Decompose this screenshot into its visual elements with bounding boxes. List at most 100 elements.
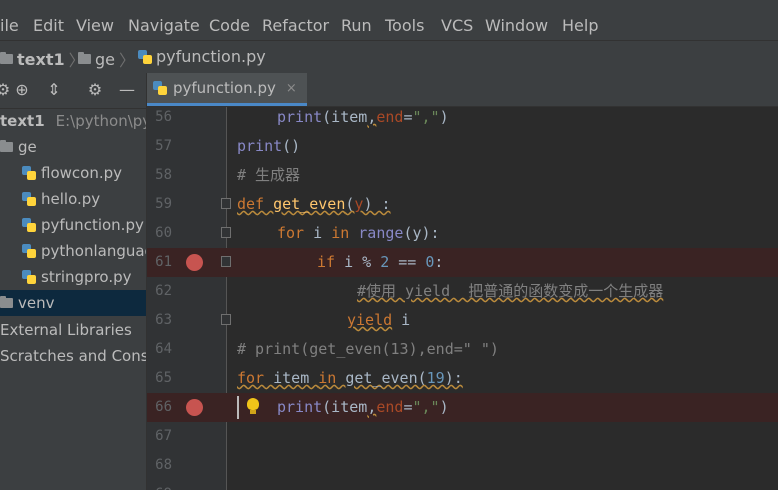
close-icon[interactable]: × xyxy=(286,81,297,96)
folder-icon xyxy=(78,52,91,64)
menu-help[interactable]: Help xyxy=(562,16,598,35)
python-file-icon xyxy=(22,244,36,258)
code-line[interactable]: 62 #使用 yield 把普通的函数变成一个生成器 xyxy=(147,277,778,306)
tab-pyfunction[interactable]: pyfunction.py × xyxy=(147,73,307,106)
tree-item-external-libraries[interactable]: External Libraries xyxy=(0,317,146,343)
tree-folder-label: ge xyxy=(18,138,37,156)
python-file-icon xyxy=(153,81,167,95)
code-line[interactable]: 56 print(item,end=",") xyxy=(147,103,778,132)
folder-icon xyxy=(0,52,13,64)
code-text: print() xyxy=(237,137,301,155)
menu-bar: ile Edit View Navigate Code Refactor Run… xyxy=(0,12,778,40)
tree-item-folder[interactable]: ge xyxy=(0,134,146,160)
code-line[interactable]: 60 for i in range(y): xyxy=(147,219,778,248)
tree-scratches-label: Scratches and Consc xyxy=(0,347,147,365)
line-number: 56 xyxy=(155,109,172,125)
code-line[interactable]: 67 xyxy=(147,422,778,451)
breadcrumb-folder[interactable]: ge 〉 xyxy=(78,47,135,71)
code-line[interactable]: 58 # 生成器 xyxy=(147,161,778,190)
menu-run[interactable]: Run xyxy=(341,16,372,35)
code-line[interactable]: 65 for item in get_even(19): xyxy=(147,364,778,393)
code-line[interactable]: 64 # print(get_even(13),end=" ") xyxy=(147,335,778,364)
menu-file[interactable]: ile xyxy=(0,16,19,35)
code-text: print(item,end=",") xyxy=(277,398,449,416)
menu-vcs[interactable]: VCS xyxy=(441,16,473,35)
tree-file-label: flowcon.py xyxy=(41,164,122,182)
code-text: def get_even(y) : xyxy=(237,195,391,213)
line-number: 67 xyxy=(155,428,172,444)
tree-file-label: stringpro.py xyxy=(41,268,132,286)
tree-external-label: External Libraries xyxy=(0,321,132,339)
code-editor: pyfunction.py × 56 print(item,end=",") 5… xyxy=(147,73,778,490)
code-line[interactable]: 63 yield i xyxy=(147,306,778,335)
line-number: 57 xyxy=(155,138,172,154)
line-number: 66 xyxy=(155,399,172,415)
tree-item-project[interactable]: text1 E:\python\pyth xyxy=(0,108,146,134)
tree-file-label: hello.py xyxy=(41,190,101,208)
tree-item-file[interactable]: hello.py xyxy=(0,186,146,212)
tree-project-label: text1 xyxy=(0,112,45,130)
python-file-icon xyxy=(22,192,36,206)
code-line[interactable]: 68 xyxy=(147,451,778,480)
python-file-icon xyxy=(138,49,152,64)
line-number: 68 xyxy=(155,457,172,473)
tree-item-venv[interactable]: venv xyxy=(0,290,146,316)
menu-window[interactable]: Window xyxy=(485,16,548,35)
collapse-all-icon[interactable]: ⇕ xyxy=(45,81,63,99)
line-number: 61 xyxy=(155,254,172,270)
fold-marker-icon[interactable] xyxy=(221,227,231,238)
python-file-icon xyxy=(22,218,36,232)
line-number: 69 xyxy=(147,480,172,490)
tree-project-path: E:\python\pyth xyxy=(55,112,146,130)
folder-icon xyxy=(0,296,13,308)
locate-icon[interactable]: ⊕ xyxy=(13,81,31,99)
line-number: 59 xyxy=(155,196,172,212)
tree-item-scratches[interactable]: Scratches and Consc xyxy=(0,343,146,369)
breakpoint-icon[interactable] xyxy=(186,399,203,416)
breakpoint-icon[interactable] xyxy=(186,254,203,271)
menu-view[interactable]: View xyxy=(76,16,114,35)
code-line-breakpoint[interactable]: 61 if i % 2 == 0: xyxy=(147,248,778,277)
python-file-icon xyxy=(22,166,36,180)
code-line[interactable]: 57 print() xyxy=(147,132,778,161)
tree-item-file[interactable]: flowcon.py xyxy=(0,160,146,186)
fold-marker-icon[interactable] xyxy=(221,256,231,267)
editor-tab-bar: pyfunction.py × xyxy=(147,73,778,107)
tree-item-file[interactable]: stringpro.py xyxy=(0,264,146,290)
tree-item-file[interactable]: pythonlanguag xyxy=(0,238,147,264)
line-number: 60 xyxy=(155,225,172,241)
fold-marker-icon[interactable] xyxy=(221,198,231,209)
code-line[interactable]: 59 def get_even(y) : xyxy=(147,190,778,219)
project-panel: ⚙ ⊕ ⇕ ⚙ — text1 E:\python\pyth ge flowcon… xyxy=(0,73,147,490)
lightbulb-icon[interactable] xyxy=(247,398,259,414)
code-line-breakpoint[interactable]: 66 print(item,end=",") xyxy=(147,393,778,422)
code-text: for item in get_even(19): xyxy=(237,369,463,387)
tab-label: pyfunction.py xyxy=(173,79,276,97)
project-toolbar: ⚙ ⊕ ⇕ ⚙ — xyxy=(0,73,146,109)
tree-venv-label: venv xyxy=(18,294,55,312)
menu-refactor[interactable]: Refactor xyxy=(262,16,329,35)
menu-code[interactable]: Code xyxy=(209,16,250,35)
menu-edit[interactable]: Edit xyxy=(33,16,64,35)
code-comment: #使用 yield 把普通的函数变成一个生成器 xyxy=(357,282,664,300)
breadcrumb-project-label: text1 xyxy=(17,49,65,69)
code-text: yield i xyxy=(347,311,411,329)
python-file-icon xyxy=(22,270,36,284)
tree-file-label: pythonlanguag xyxy=(41,242,147,260)
gear-icon[interactable]: ⚙ xyxy=(86,81,104,99)
code-line[interactable]: 69 xyxy=(147,480,778,490)
line-number: 64 xyxy=(155,341,172,357)
menu-tools[interactable]: Tools xyxy=(385,16,424,35)
hide-panel-icon[interactable]: — xyxy=(118,81,136,99)
code-text: if i % 2 == 0: xyxy=(317,253,444,271)
tree-item-file[interactable]: pyfunction.py xyxy=(0,212,146,238)
line-number: 58 xyxy=(155,167,172,183)
code-text: print(item,end=",") xyxy=(277,108,449,126)
settings-grid-icon[interactable]: ⚙ xyxy=(0,81,12,99)
breadcrumb-project[interactable]: text1 〉 xyxy=(0,47,85,71)
window-title-strip xyxy=(0,0,778,12)
menu-navigate[interactable]: Navigate xyxy=(128,16,200,35)
breadcrumb-file[interactable]: pyfunction.py xyxy=(138,47,266,66)
fold-marker-icon[interactable] xyxy=(221,314,231,325)
navigation-bar: text1 〉 ge 〉 pyfunction.py xyxy=(0,40,778,74)
